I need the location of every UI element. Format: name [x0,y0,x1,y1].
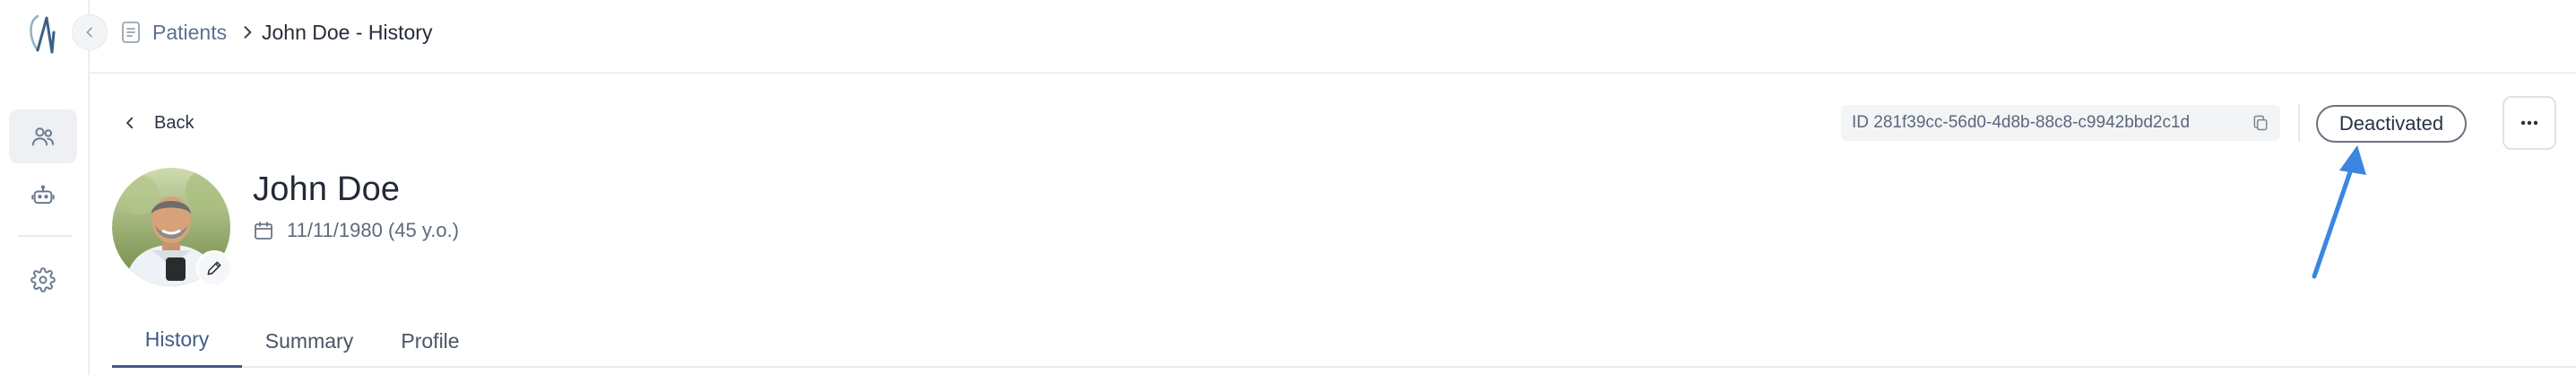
chevron-right-icon [244,26,252,39]
tab-label: History [144,327,210,351]
sidebar [0,0,90,375]
breadcrumb-current: John Doe - History [262,21,433,44]
pencil-icon [207,261,221,275]
robot-icon [31,185,55,205]
breadcrumb-patients-link[interactable]: Patients [152,18,227,47]
users-icon [31,127,55,146]
more-actions-button[interactable] [2503,96,2556,150]
patient-id-pill: ID 281f39cc-56d0-4d8b-88c8-c9942bbd2c1d [1841,105,2280,141]
chevron-left-icon [126,117,134,129]
patient-name: John Doe [253,170,401,208]
status-label: Deactivated [2338,112,2444,135]
tab-label: Summary [264,328,354,353]
edit-avatar-button[interactable] [196,250,232,286]
patient-dob: 11/11/1980 (45 y.o.) [253,217,459,244]
sidebar-divider [18,235,72,237]
calendar-icon [255,222,272,240]
dob-text: 11/11/1980 (45 y.o.) [287,219,460,241]
patient-id-text: ID 281f39cc-56d0-4d8b-88c8-c9942bbd2c1d [1852,113,2191,132]
sidebar-item-settings[interactable] [9,253,77,307]
tab-history[interactable]: History [112,314,242,368]
sidebar-item-patients[interactable] [9,109,77,163]
top-bar [90,0,2576,74]
tab-bar: History Summary Profile [112,314,2576,368]
more-horizontal-icon [2520,120,2538,126]
back-label: Back [154,112,194,133]
document-icon [122,22,140,43]
brand-logo[interactable] [25,11,65,57]
sidebar-collapse-button[interactable] [72,14,108,50]
tab-profile[interactable]: Profile [381,314,480,368]
copy-icon[interactable] [2252,113,2269,133]
sidebar-item-assistant[interactable] [9,169,77,222]
tab-label: Profile [401,328,460,353]
tab-summary[interactable]: Summary [251,314,367,368]
chevron-left-icon [86,27,92,38]
gear-icon [30,267,56,292]
back-button[interactable]: Back [122,108,194,138]
annotation-arrow [2312,145,2366,279]
